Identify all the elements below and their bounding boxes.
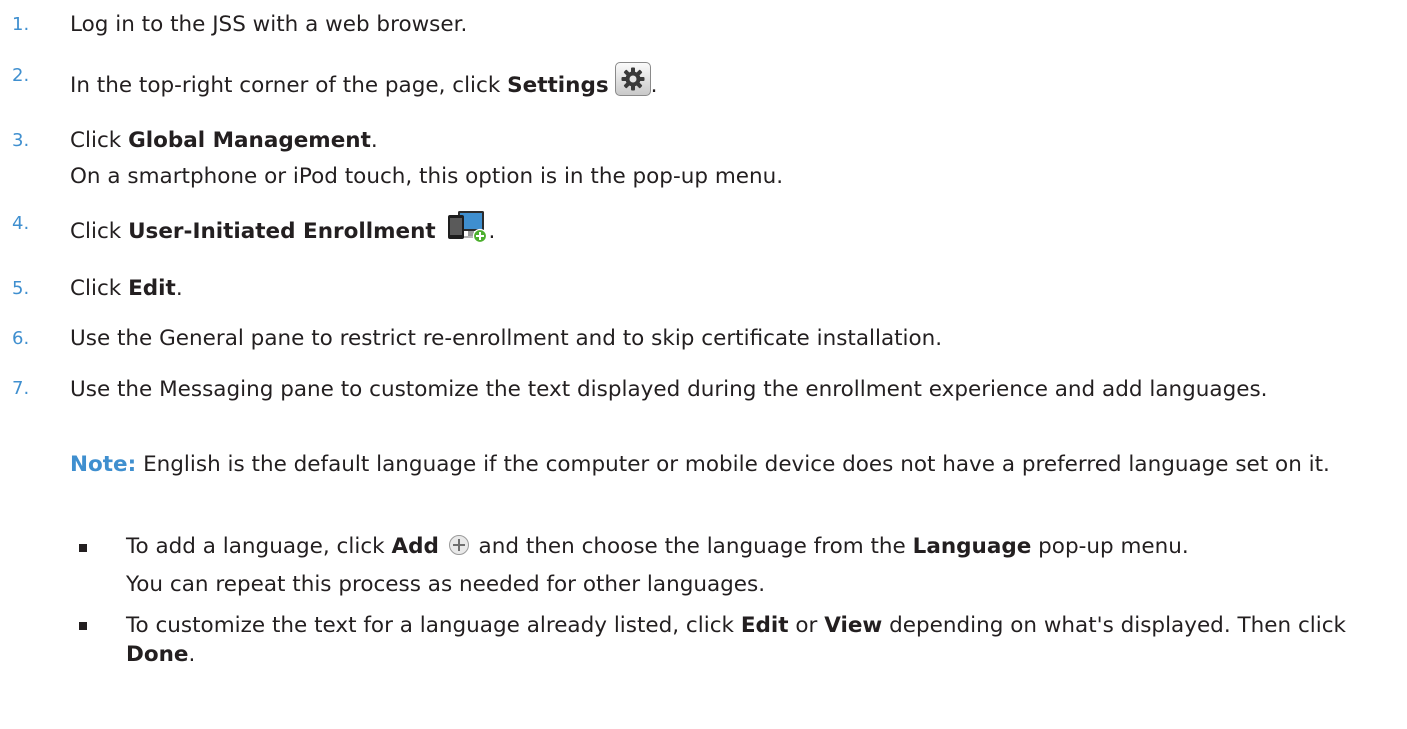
step-number: 4. xyxy=(12,213,30,234)
step-text: Use the Messaging pane to customize the … xyxy=(70,377,1268,402)
edit-label: Edit xyxy=(740,613,789,638)
language-label: Language xyxy=(912,534,1032,559)
step-text: Log in to the JSS with a web browser. xyxy=(70,12,468,37)
bullet-marker xyxy=(79,544,87,552)
note: Note: English is the default language if… xyxy=(70,450,1390,479)
bullet-text: To customize the text for a language alr… xyxy=(126,613,1346,667)
view-label: View xyxy=(824,613,883,638)
done-label: Done xyxy=(126,642,189,667)
step-text: Click User-Initiated Enrollment . xyxy=(70,210,495,252)
add-circle-icon xyxy=(448,535,469,555)
step-subtext: On a smartphone or iPod touch, this opti… xyxy=(70,164,784,189)
step-number: 3. xyxy=(12,130,30,151)
note-label: Note: xyxy=(70,452,137,477)
bullet-text: To add a language, click Add and then ch… xyxy=(126,534,1189,559)
bullet-marker xyxy=(79,622,87,630)
settings-label: Settings xyxy=(507,73,609,98)
global-management-label: Global Management xyxy=(128,128,371,153)
instruction-document: 1. Log in to the JSS with a web browser.… xyxy=(0,0,1407,729)
step-text: Click Global Management. xyxy=(70,128,378,153)
step-text: Use the General pane to restrict re-enro… xyxy=(70,326,943,351)
step-text: Click Edit. xyxy=(70,276,183,301)
edit-label: Edit xyxy=(128,276,176,301)
bullet-subtext: You can repeat this process as needed fo… xyxy=(126,572,766,597)
gear-icon xyxy=(614,62,651,96)
user-initiated-enrollment-label: User-Initiated Enrollment xyxy=(128,219,436,244)
step-number: 5. xyxy=(12,278,30,299)
step-number: 2. xyxy=(12,65,30,86)
step-number: 6. xyxy=(12,328,30,349)
add-label: Add xyxy=(391,534,439,559)
user-enrollment-icon xyxy=(447,210,489,252)
step-number: 1. xyxy=(12,14,30,35)
step-text: In the top-right corner of the page, cli… xyxy=(70,62,657,100)
note-text: English is the default language if the c… xyxy=(136,452,1330,477)
step-number: 7. xyxy=(12,378,30,399)
